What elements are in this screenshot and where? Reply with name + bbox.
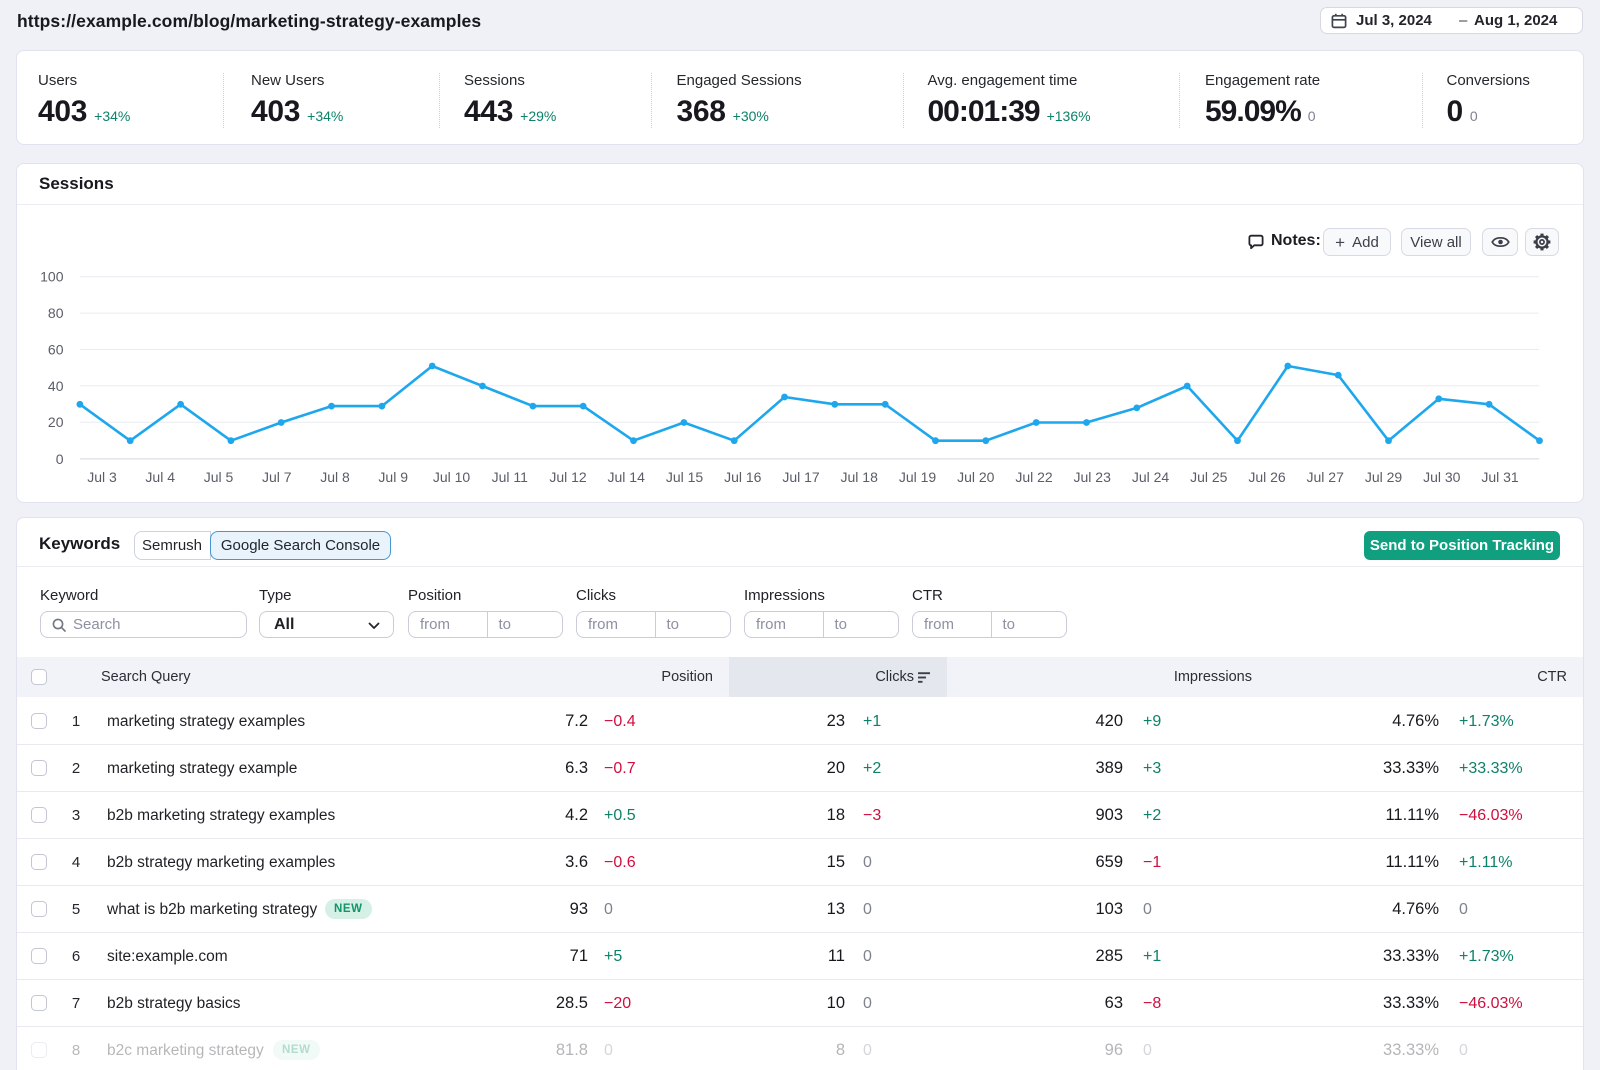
svg-text:Jul 17: Jul 17 [782, 469, 820, 485]
svg-text:20: 20 [48, 414, 64, 430]
svg-text:Jul 30: Jul 30 [1423, 469, 1461, 485]
svg-text:Jul 15: Jul 15 [666, 469, 704, 485]
svg-text:Jul 14: Jul 14 [608, 469, 646, 485]
svg-text:Jul 22: Jul 22 [1015, 469, 1053, 485]
svg-text:Jul 24: Jul 24 [1132, 469, 1170, 485]
svg-text:Jul 7: Jul 7 [262, 469, 292, 485]
svg-text:Jul 10: Jul 10 [433, 469, 471, 485]
svg-text:Jul 26: Jul 26 [1248, 469, 1286, 485]
svg-text:Jul 16: Jul 16 [724, 469, 762, 485]
svg-text:Jul 5: Jul 5 [204, 469, 234, 485]
svg-text:Jul 4: Jul 4 [145, 469, 175, 485]
svg-text:Jul 12: Jul 12 [549, 469, 587, 485]
svg-text:Jul 8: Jul 8 [320, 469, 350, 485]
svg-text:Jul 20: Jul 20 [957, 469, 995, 485]
svg-text:40: 40 [48, 378, 64, 394]
svg-text:Jul 25: Jul 25 [1190, 469, 1228, 485]
svg-text:Jul 18: Jul 18 [841, 469, 879, 485]
svg-text:80: 80 [48, 305, 64, 321]
svg-text:Jul 31: Jul 31 [1481, 469, 1519, 485]
svg-text:Jul 11: Jul 11 [492, 469, 529, 485]
svg-text:100: 100 [40, 269, 64, 285]
svg-text:Jul 3: Jul 3 [87, 469, 117, 485]
svg-text:Jul 23: Jul 23 [1074, 469, 1112, 485]
svg-text:60: 60 [48, 342, 64, 358]
svg-text:Jul 27: Jul 27 [1307, 469, 1345, 485]
svg-text:Jul 19: Jul 19 [899, 469, 937, 485]
svg-text:Jul 29: Jul 29 [1365, 469, 1403, 485]
svg-text:Jul 9: Jul 9 [378, 469, 408, 485]
svg-text:0: 0 [56, 451, 64, 467]
